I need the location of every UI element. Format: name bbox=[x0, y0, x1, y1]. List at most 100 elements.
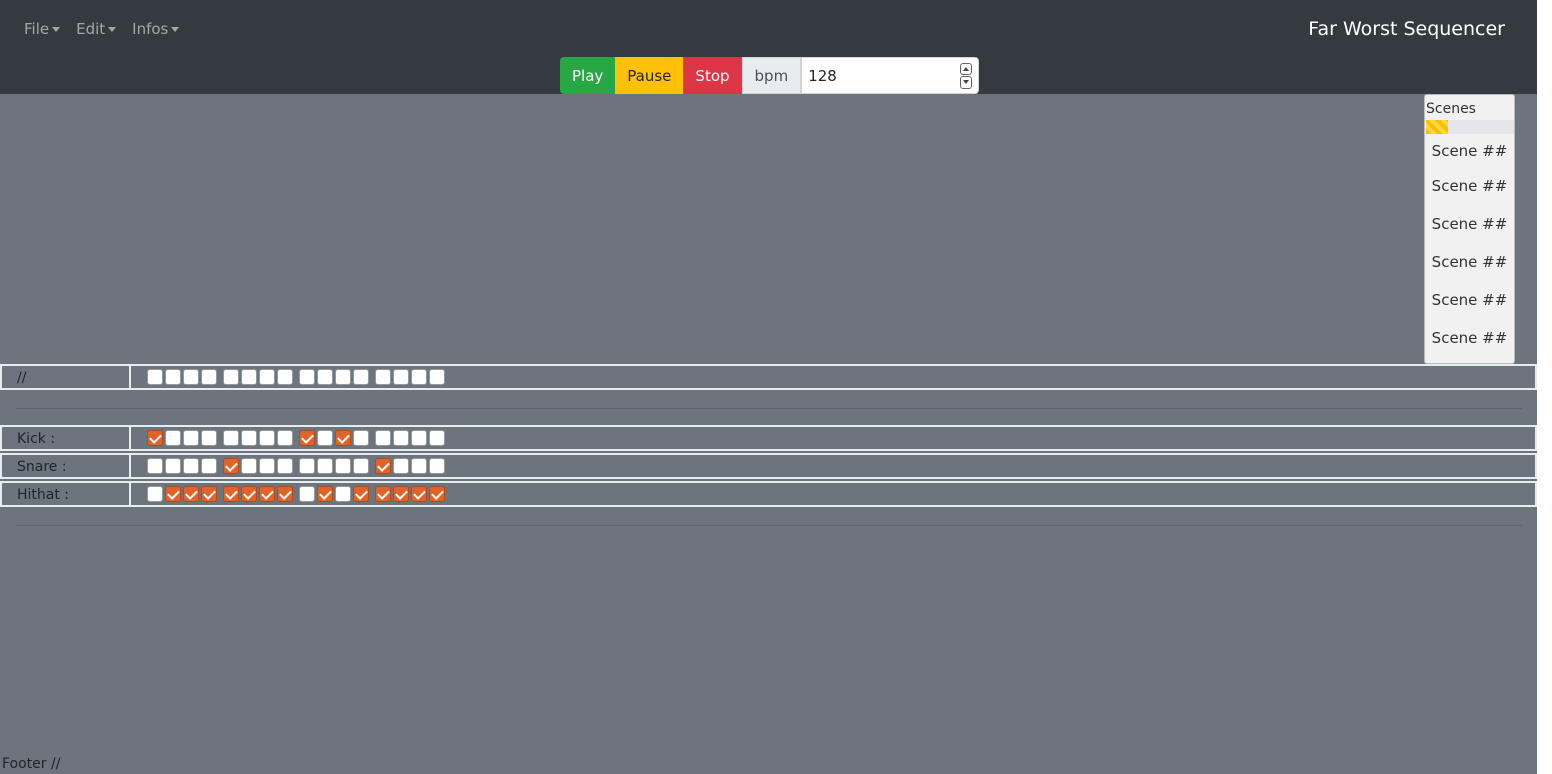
kick-step-checkbox[interactable] bbox=[223, 430, 239, 446]
stop-button[interactable]: Stop bbox=[683, 57, 742, 94]
snare-step-checkbox[interactable] bbox=[201, 458, 217, 474]
edit-menu[interactable]: Edit bbox=[76, 20, 117, 38]
spin-up-icon[interactable] bbox=[960, 62, 973, 75]
header-step-checkbox[interactable] bbox=[299, 369, 315, 385]
scene-item[interactable]: Scene ## bbox=[1425, 134, 1514, 167]
snare-step-checkbox[interactable] bbox=[183, 458, 199, 474]
app-title[interactable]: Far Worst Sequencer bbox=[1308, 18, 1505, 40]
header-step-checkbox[interactable] bbox=[223, 369, 239, 385]
hithat-step-checkbox[interactable] bbox=[317, 486, 333, 502]
snare-step-checkbox[interactable] bbox=[393, 458, 409, 474]
snare-step-checkbox[interactable] bbox=[165, 458, 181, 474]
hithat-step-checkbox[interactable] bbox=[241, 486, 257, 502]
header-step-checkbox[interactable] bbox=[411, 369, 427, 385]
snare-step-checkbox[interactable] bbox=[147, 458, 163, 474]
header-step-checkbox[interactable] bbox=[375, 369, 391, 385]
kick-step-checkbox[interactable] bbox=[335, 430, 351, 446]
scene-item[interactable]: Scene ## bbox=[1425, 243, 1514, 281]
snare-step-checkbox[interactable] bbox=[411, 458, 427, 474]
header-step-checkbox[interactable] bbox=[317, 369, 333, 385]
hithat-step-checkbox[interactable] bbox=[429, 486, 445, 502]
snare-steps bbox=[131, 455, 451, 477]
snare-step-checkbox[interactable] bbox=[317, 458, 333, 474]
play-button[interactable]: Play bbox=[560, 57, 616, 94]
snare-step-checkbox[interactable] bbox=[429, 458, 445, 474]
header-track: // bbox=[0, 364, 1537, 390]
kick-step-checkbox[interactable] bbox=[165, 430, 181, 446]
bpm-input[interactable]: 128 bbox=[801, 57, 980, 94]
hithat-step-checkbox[interactable] bbox=[147, 486, 163, 502]
header-step-checkbox[interactable] bbox=[241, 369, 257, 385]
hithat-step-checkbox[interactable] bbox=[411, 486, 427, 502]
snare-step-checkbox[interactable] bbox=[353, 458, 369, 474]
step-group bbox=[375, 369, 445, 388]
kick-step-checkbox[interactable] bbox=[201, 430, 217, 446]
scenes-title: Scenes bbox=[1426, 101, 1476, 117]
snare-step-checkbox[interactable] bbox=[277, 458, 293, 474]
kick-step-checkbox[interactable] bbox=[317, 430, 333, 446]
hithat-step-checkbox[interactable] bbox=[201, 486, 217, 502]
footer: Footer // bbox=[2, 756, 61, 772]
hithat-step-checkbox[interactable] bbox=[299, 486, 315, 502]
spin-down-icon[interactable] bbox=[960, 76, 973, 89]
kick-step-checkbox[interactable] bbox=[393, 430, 409, 446]
hithat-step-checkbox[interactable] bbox=[335, 486, 351, 502]
kick-step-checkbox[interactable] bbox=[183, 430, 199, 446]
header-step-checkbox[interactable] bbox=[353, 369, 369, 385]
pause-button[interactable]: Pause bbox=[615, 57, 684, 94]
kick-step-checkbox[interactable] bbox=[259, 430, 275, 446]
track-snare: Snare : bbox=[0, 453, 1537, 479]
bpm-spinner[interactable] bbox=[960, 62, 973, 89]
scene-item[interactable]: Scene ## bbox=[1425, 319, 1514, 357]
hithat-step-checkbox[interactable] bbox=[165, 486, 181, 502]
header-step-checkbox[interactable] bbox=[259, 369, 275, 385]
step-group bbox=[375, 486, 445, 505]
caret-down-icon bbox=[171, 27, 180, 32]
step-group bbox=[375, 458, 445, 477]
step-group bbox=[299, 458, 369, 477]
step-group bbox=[223, 430, 293, 449]
header-step-checkbox[interactable] bbox=[335, 369, 351, 385]
hithat-step-checkbox[interactable] bbox=[223, 486, 239, 502]
snare-step-checkbox[interactable] bbox=[241, 458, 257, 474]
step-group bbox=[299, 486, 369, 505]
navbar: File Edit Infos Far Worst Sequencer Play… bbox=[0, 0, 1537, 94]
snare-step-checkbox[interactable] bbox=[223, 458, 239, 474]
track-label: Hithat : bbox=[2, 483, 131, 505]
hithat-step-checkbox[interactable] bbox=[375, 486, 391, 502]
kick-step-checkbox[interactable] bbox=[353, 430, 369, 446]
file-menu[interactable]: File bbox=[24, 20, 61, 38]
header-step-checkbox[interactable] bbox=[147, 369, 163, 385]
header-step-checkbox[interactable] bbox=[277, 369, 293, 385]
hithat-step-checkbox[interactable] bbox=[277, 486, 293, 502]
track-label: Kick : bbox=[2, 427, 131, 449]
header-step-checkbox[interactable] bbox=[183, 369, 199, 385]
snare-step-checkbox[interactable] bbox=[259, 458, 275, 474]
header-step-checkbox[interactable] bbox=[165, 369, 181, 385]
caret-down-icon bbox=[52, 27, 61, 32]
snare-step-checkbox[interactable] bbox=[375, 458, 391, 474]
hithat-step-checkbox[interactable] bbox=[353, 486, 369, 502]
kick-step-checkbox[interactable] bbox=[277, 430, 293, 446]
scene-item[interactable]: Scene ## bbox=[1425, 167, 1514, 205]
header-step-checkbox[interactable] bbox=[429, 369, 445, 385]
scene-item[interactable]: Scene ## bbox=[1425, 205, 1514, 243]
kick-step-checkbox[interactable] bbox=[147, 430, 163, 446]
infos-menu[interactable]: Infos bbox=[132, 20, 180, 38]
kick-step-checkbox[interactable] bbox=[411, 430, 427, 446]
kick-step-checkbox[interactable] bbox=[299, 430, 315, 446]
kick-step-checkbox[interactable] bbox=[241, 430, 257, 446]
scene-item[interactable]: Scene ## bbox=[1425, 281, 1514, 319]
header-step-checkbox[interactable] bbox=[393, 369, 409, 385]
hithat-step-checkbox[interactable] bbox=[259, 486, 275, 502]
header-step-checkbox[interactable] bbox=[201, 369, 217, 385]
kick-step-checkbox[interactable] bbox=[375, 430, 391, 446]
kick-step-checkbox[interactable] bbox=[429, 430, 445, 446]
hithat-step-checkbox[interactable] bbox=[183, 486, 199, 502]
file-menu-label: File bbox=[24, 20, 50, 38]
snare-step-checkbox[interactable] bbox=[335, 458, 351, 474]
step-group bbox=[147, 369, 217, 388]
snare-step-checkbox[interactable] bbox=[299, 458, 315, 474]
track-kick: Kick : bbox=[0, 425, 1537, 451]
hithat-step-checkbox[interactable] bbox=[393, 486, 409, 502]
